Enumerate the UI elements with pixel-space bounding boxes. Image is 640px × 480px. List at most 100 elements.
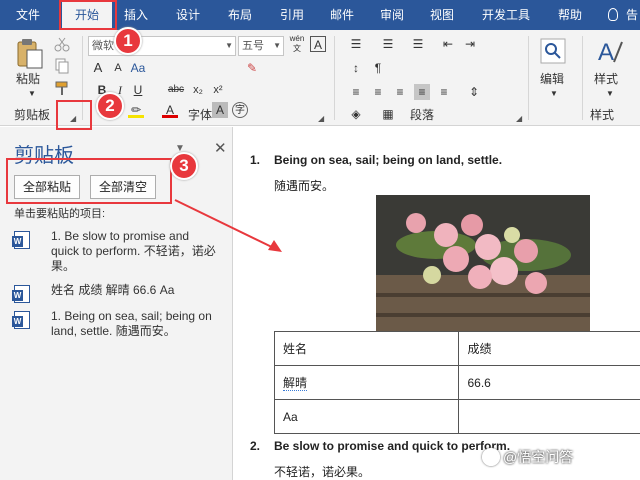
align-right-icon[interactable]: ≡ — [392, 84, 408, 100]
strikethrough-icon[interactable]: abc — [166, 82, 186, 98]
editing-dropdown-icon[interactable]: ▼ — [546, 86, 562, 102]
grow-font-icon[interactable]: A — [90, 60, 106, 76]
highlight-box-home-tab — [59, 0, 117, 30]
multilevel-list-icon[interactable]: ☰ — [410, 36, 426, 52]
table-cell[interactable]: 66.6 — [458, 365, 640, 400]
tab-insert[interactable]: 插入 — [114, 0, 158, 30]
underline-icon[interactable]: U — [130, 82, 146, 98]
tab-references[interactable]: 引用 — [270, 0, 314, 30]
clipboard-item[interactable]: 1. Be slow to promise and quick to perfo… — [12, 229, 216, 277]
highlight-box-launcher — [56, 100, 92, 130]
styles-dropdown-icon[interactable]: ▼ — [602, 86, 618, 102]
step-badge-2: 2 — [96, 92, 124, 120]
clipboard-item-text: 姓名 成绩 解晴 66.6 Aa — [51, 283, 175, 297]
distributed-icon[interactable]: ≡ — [436, 84, 452, 100]
tab-developer[interactable]: 开发工具 — [474, 0, 538, 30]
paragraph-dialog-launcher-icon[interactable]: ◢ — [516, 114, 526, 124]
character-border-icon[interactable]: A — [310, 36, 326, 52]
heading-text: Be slow to promise and quick to perform. — [274, 439, 511, 453]
font-name-dropdown-icon[interactable]: ▼ — [225, 37, 233, 55]
phonetic-guide-icon[interactable]: wén 文 — [288, 34, 306, 56]
lightbulb-icon[interactable] — [608, 8, 618, 21]
format-painter-icon[interactable] — [54, 80, 70, 96]
watermark-logo-icon — [482, 448, 500, 466]
tab-design[interactable]: 设计 — [166, 0, 210, 30]
data-table[interactable]: 姓名 成绩 解晴 66.6 Aa — [273, 331, 640, 434]
paragraph-text: 不轻诺，诺必果。 — [274, 465, 371, 479]
show-marks-icon[interactable]: ¶ — [370, 60, 386, 76]
list-number: 1. — [250, 153, 261, 167]
styles-group-label: 样式 — [590, 108, 615, 122]
table-cell[interactable]: Aa — [273, 399, 460, 434]
paragraph-group-label: 段落 — [410, 108, 435, 122]
close-icon[interactable]: ✕ — [214, 139, 227, 157]
svg-text:A: A — [598, 39, 614, 66]
tell-me-label[interactable]: 告 — [626, 0, 638, 30]
table-cell[interactable]: 姓名 — [273, 331, 460, 366]
font-name-combo[interactable]: 微软 ▼ — [88, 36, 236, 56]
superscript-icon[interactable]: x² — [210, 82, 226, 98]
paste-icon[interactable] — [16, 38, 44, 70]
tab-file[interactable]: 文件 — [8, 0, 48, 30]
paste-label[interactable]: 粘贴 — [16, 70, 40, 87]
editing-label[interactable]: 编辑 — [540, 70, 564, 87]
shrink-font-icon[interactable]: A — [110, 60, 126, 76]
word-doc-icon — [12, 285, 30, 303]
font-size-combo[interactable]: 五号 ▼ — [238, 36, 284, 56]
styles-icon[interactable]: A — [596, 36, 624, 66]
font-dialog-launcher-icon[interactable]: ◢ — [318, 114, 328, 124]
tab-layout[interactable]: 布局 — [218, 0, 262, 30]
tab-review[interactable]: 审阅 — [370, 0, 414, 30]
subscript-icon[interactable]: x₂ — [190, 82, 206, 98]
flower-photo[interactable] — [376, 195, 590, 331]
table-cell[interactable]: 解晴 — [273, 365, 460, 400]
clear-formatting-icon[interactable]: ✎ — [244, 60, 260, 76]
separator — [334, 36, 335, 120]
tab-mailings[interactable]: 邮件 — [320, 0, 364, 30]
sort-icon[interactable]: ↕ — [348, 60, 364, 76]
clipboard-group-label: 剪贴板 — [14, 108, 51, 122]
change-case-icon[interactable]: Aa — [130, 60, 146, 76]
borders-icon[interactable]: ▦ — [380, 106, 396, 122]
find-icon[interactable] — [540, 38, 566, 64]
justify-icon[interactable]: ≡ — [414, 84, 430, 100]
list-number: 2. — [250, 439, 261, 453]
cut-icon[interactable] — [54, 36, 70, 52]
table-row: Aa — [273, 399, 640, 434]
shading-icon[interactable]: ◈ — [348, 106, 364, 122]
bullets-icon[interactable]: ☰ — [348, 36, 364, 52]
clipboard-item[interactable]: 1. Being on sea, sail; being on land, se… — [12, 309, 214, 343]
step-badge-1: 1 — [114, 27, 142, 55]
word-doc-icon — [12, 311, 30, 329]
word-doc-icon — [12, 231, 30, 249]
separator — [582, 36, 583, 120]
table-cell[interactable]: 成绩 — [458, 331, 640, 366]
table-row: 解晴 66.6 — [273, 365, 640, 400]
table-cell-text: 解晴 — [283, 376, 308, 391]
character-shading-icon[interactable]: A — [212, 102, 228, 118]
paragraph-text: 随遇而安。 — [274, 179, 335, 193]
font-size-value: 五号 — [242, 40, 264, 52]
decrease-indent-icon[interactable]: ⇤ — [440, 36, 456, 52]
numbering-icon[interactable]: ☰ — [380, 36, 396, 52]
list-item-heading: 2. Be slow to promise and quick to perfor… — [250, 439, 510, 453]
enclose-characters-icon[interactable]: 字 — [232, 102, 248, 118]
increase-indent-icon[interactable]: ⇥ — [462, 36, 478, 52]
table-cell[interactable] — [458, 399, 640, 434]
pane-hint: 单击要粘贴的项目: — [14, 208, 106, 220]
document-area[interactable]: 1. Being on sea, sail; being on land, set… — [234, 127, 640, 480]
font-group-label: 字体 — [188, 108, 213, 122]
tab-help[interactable]: 帮助 — [548, 0, 592, 30]
align-left-icon[interactable]: ≡ — [348, 84, 364, 100]
ribbon-home: 粘贴 ▼ 剪贴板 ◢ 微软 ▼ 五号 ▼ wén 文 A A A Aa B I … — [0, 30, 640, 126]
align-center-icon[interactable]: ≡ — [370, 84, 386, 100]
line-spacing-icon[interactable]: ⇕ — [466, 84, 482, 100]
tab-view[interactable]: 视图 — [420, 0, 464, 30]
font-size-dropdown-icon[interactable]: ▼ — [273, 37, 281, 55]
copy-icon[interactable] — [54, 58, 70, 74]
highlight-icon[interactable]: ✏ — [128, 102, 144, 118]
font-color-icon[interactable]: A — [162, 102, 178, 118]
styles-label[interactable]: 样式 — [594, 70, 618, 87]
clipboard-item[interactable]: 姓名 成绩 解晴 66.6 Aa — [12, 283, 214, 303]
paste-dropdown-icon[interactable]: ▼ — [24, 86, 40, 102]
